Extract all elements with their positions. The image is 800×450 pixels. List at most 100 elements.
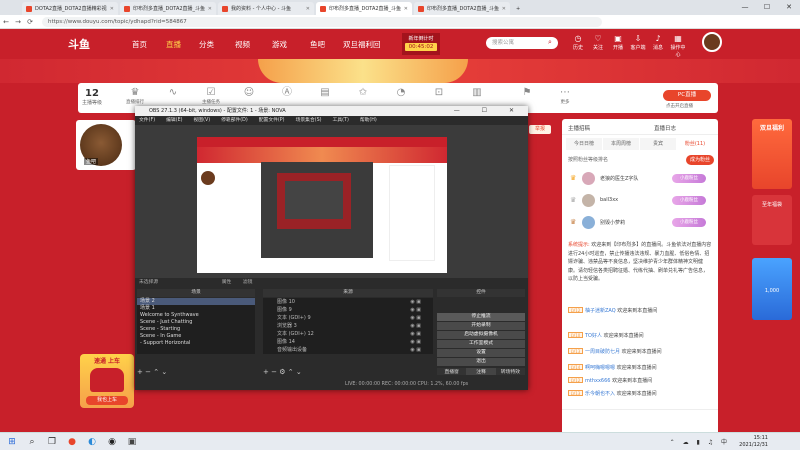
refresh-icon[interactable]: ⟳ <box>24 18 36 26</box>
tool-people[interactable]: ☺ <box>232 86 266 99</box>
scene-item[interactable]: Scene - Just Chatting <box>137 319 255 326</box>
menu-view[interactable]: 视图(V) <box>193 116 210 125</box>
tool-clock[interactable]: ◔ <box>384 86 418 99</box>
tool-flag[interactable]: ⚑ <box>510 86 544 99</box>
nav-live[interactable]: 直播 <box>166 39 181 50</box>
nav-video[interactable]: 视频 <box>235 39 250 50</box>
obs-app-icon[interactable]: ◉ <box>106 436 118 448</box>
stop-streaming-button[interactable]: 停止推流 <box>437 313 525 321</box>
right-ad-2[interactable]: 至年福袋 <box>752 195 792 245</box>
close-icon[interactable]: ✕ <box>208 6 212 12</box>
search-icon[interactable]: ⌕ <box>26 436 38 448</box>
gear-icon[interactable]: ⚙ <box>279 368 285 376</box>
windows-start-icon[interactable]: ⊞ <box>6 436 18 448</box>
chevron-up-icon[interactable]: ⌃ <box>153 368 159 376</box>
menu-help[interactable]: 帮助(H) <box>360 116 377 125</box>
close-icon[interactable]: ✕ <box>502 6 506 12</box>
tool-task[interactable]: ☑ 主播任务 <box>194 86 228 105</box>
menu-tools[interactable]: 工具(T) <box>333 116 349 125</box>
add-icon[interactable]: + <box>263 368 269 376</box>
scene-item[interactable]: 场景 1 <box>137 305 255 312</box>
client-button[interactable]: ⇩ 客户端 <box>630 34 646 51</box>
new-tab-button[interactable]: + <box>512 2 526 15</box>
studio-mode-button[interactable]: 工作室模式 <box>437 340 525 348</box>
scene-item[interactable]: Scene - In Game <box>137 333 255 340</box>
chevron-down-icon[interactable]: ⌄ <box>296 368 302 376</box>
obs-preview[interactable] <box>197 137 447 273</box>
start-recording-button[interactable]: 开始录制 <box>437 322 525 330</box>
settings-button[interactable]: 设置 <box>437 349 525 357</box>
maximize-icon[interactable]: ☐ <box>756 0 778 15</box>
history-button[interactable]: ◷ 历史 <box>570 34 586 51</box>
pc-live-button[interactable]: PC直播 <box>663 90 711 101</box>
menu-profile[interactable]: 配置文件(P) <box>259 116 285 125</box>
tool-more[interactable]: ⋯ 更多 <box>548 86 582 105</box>
virtual-camera-button[interactable]: 启动虚拟摄像机 <box>437 331 525 339</box>
source-item[interactable]: 图像 14 ◉ ▣ <box>263 338 433 346</box>
browser-tab[interactable]: 印布烈多直播_DOTA2直播_斗鱼 ✕ <box>414 2 510 15</box>
menu-scene-collection[interactable]: 场景集合(S) <box>296 116 322 125</box>
menu-docks[interactable]: 停靠部件(D) <box>221 116 248 125</box>
douyu-app-icon[interactable]: ● <box>66 436 78 448</box>
source-item[interactable]: 文本 (GDI+) 9 ◉ ▣ <box>263 314 433 322</box>
source-item[interactable]: 文本 (GDI+) 12 ◉ ▣ <box>263 330 433 338</box>
broadcast-button[interactable]: ▣ 开播 <box>610 34 626 51</box>
promo-button[interactable]: 我也上车 <box>86 396 128 405</box>
tool-rank[interactable]: ♛ 直播排行 <box>118 86 152 105</box>
menu-edit[interactable]: 编辑(E) <box>166 116 182 125</box>
remove-icon[interactable]: − <box>145 368 151 376</box>
chevron-down-icon[interactable]: ⌄ <box>161 368 167 376</box>
search-icon[interactable]: ⌕ <box>548 38 552 47</box>
back-icon[interactable]: ← <box>0 18 12 26</box>
remove-icon[interactable]: − <box>271 368 277 376</box>
forward-icon[interactable]: → <box>12 18 24 26</box>
filters-button[interactable]: 滤镜 <box>243 280 253 285</box>
browser-tab[interactable]: 我的资料 - 个人中心 - 斗鱼 ✕ <box>218 2 314 15</box>
nav-home[interactable]: 首页 <box>132 39 147 50</box>
tool-ad[interactable]: Ⓐ <box>270 86 304 99</box>
minimize-icon[interactable]: — <box>734 0 756 15</box>
exit-button[interactable]: 退出 <box>437 358 525 366</box>
dock-tab[interactable]: 注释 <box>466 368 496 375</box>
nav-category[interactable]: 分类 <box>199 39 214 50</box>
close-icon[interactable]: ✕ <box>306 6 310 12</box>
nav-event[interactable]: 双旦福利回 <box>343 39 381 50</box>
right-ad-1[interactable]: 双旦福利 <box>752 119 792 189</box>
tab-daily[interactable]: 今日日榜 <box>566 138 602 150</box>
taskbar-clock[interactable]: 15:11 2021/12/31 <box>739 435 768 449</box>
tool-gift[interactable]: ▤ <box>308 86 342 99</box>
source-item[interactable]: 图像 9 ◉ ▣ <box>263 306 433 314</box>
tool-stats[interactable]: ▥ <box>460 86 494 99</box>
tool-lock[interactable]: ⊡ <box>422 86 456 99</box>
task-view-icon[interactable]: ❐ <box>46 436 58 448</box>
tab-weekly[interactable]: 本周周榜 <box>603 138 639 150</box>
browser-tab[interactable]: DOTA2直播_DOTA2直播精彩视 ✕ <box>22 2 118 15</box>
close-window-icon[interactable]: ✕ <box>778 0 800 15</box>
rank-row[interactable]: ♛ ball3xx 小鹿粉丝 <box>568 194 712 208</box>
follow-button[interactable]: ♡ 关注 <box>590 34 606 51</box>
promo-ad[interactable]: 速通 上车 我也上车 <box>80 354 134 408</box>
rank-row[interactable]: ♛ 别毁小萝莉 小鹿粉丝 <box>568 216 712 230</box>
become-fan-button[interactable]: 成为粉丝 <box>686 155 714 165</box>
tool-star[interactable]: ✩ <box>346 86 380 99</box>
source-item[interactable]: 图像 10 ◉ ▣ <box>263 298 433 306</box>
scene-item[interactable]: - Support Horizontal <box>137 340 255 347</box>
obs-window-controls[interactable]: — ☐ ✕ <box>454 106 524 116</box>
scene-item[interactable]: Welcome to Synthwave <box>137 312 255 319</box>
close-icon[interactable]: ✕ <box>404 6 408 12</box>
edge-browser-icon[interactable]: ◐ <box>86 436 98 448</box>
report-button[interactable]: 举报 <box>529 125 551 134</box>
scene-item[interactable]: Scene - Starting <box>137 326 255 333</box>
dock-tab[interactable]: 转场特效 <box>495 368 525 375</box>
scene-item[interactable]: 场景 2 <box>137 298 255 305</box>
tab-vip[interactable]: 贵宾 <box>640 138 676 150</box>
browser-tab-active[interactable]: 印布烈多直播_DOTA2直播_斗鱼 ✕ <box>316 2 412 15</box>
properties-button[interactable]: 属性 <box>222 280 232 285</box>
rank-row[interactable]: ♛ 老狼的医生Z字队 小鹿粉丝 <box>568 172 712 186</box>
close-icon[interactable]: ✕ <box>110 6 114 12</box>
url-field[interactable]: https://www.douyu.com/topic/ydhapd?rid=5… <box>42 16 602 27</box>
chevron-up-icon[interactable]: ⌃ <box>288 368 294 376</box>
tab-fans[interactable]: 粉丝(11) <box>677 138 713 150</box>
system-tray[interactable]: ⌃ ☁ ▮ ♫ 中 <box>670 437 730 446</box>
dock-tab[interactable]: 直播窗 <box>437 368 467 375</box>
